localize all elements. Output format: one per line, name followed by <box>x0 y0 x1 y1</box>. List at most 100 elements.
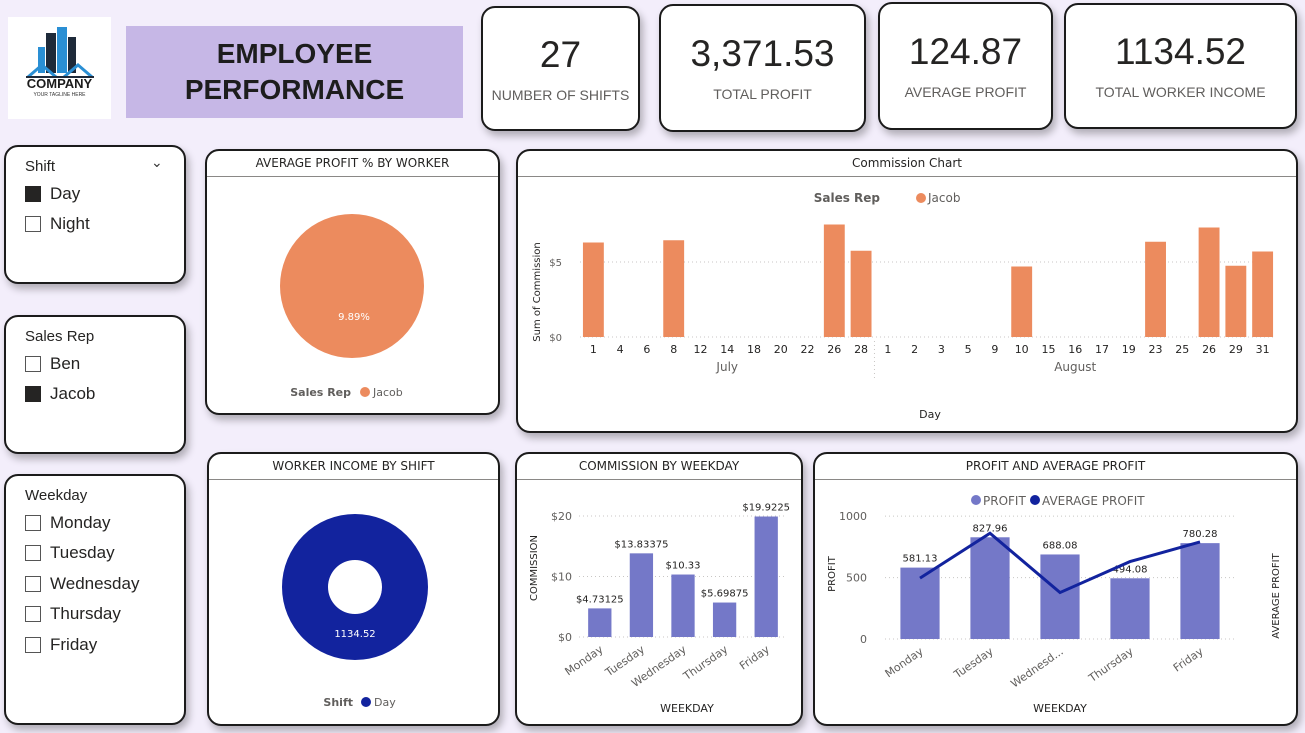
x-tick-label: Tuesday <box>951 645 996 682</box>
bar <box>1110 578 1150 639</box>
commission-bar-chart[interactable]: Sales Rep JacobSum of Commission $0$51 4 6 8 1… <box>518 177 1296 431</box>
slicer-option-jacob[interactable]: Jacob <box>25 384 95 404</box>
company-tagline: YOUR TAGLINE HERE <box>33 92 86 98</box>
commission-chart-card: Commission Chart Sales Rep Jacob Sum of Co… <box>516 149 1298 433</box>
checkbox[interactable] <box>25 576 41 592</box>
x-axis-title: Day <box>919 408 941 421</box>
x-tick-label: 10 <box>1015 343 1029 356</box>
weekday-slicer: Weekday Monday Tuesday Wednesday Thursda… <box>4 474 186 725</box>
y-tick-label: 500 <box>846 572 867 585</box>
slicer-title: Weekday <box>25 487 88 504</box>
slicer-option-ben[interactable]: Ben <box>25 354 80 374</box>
bar <box>850 250 872 337</box>
slicer-option-friday[interactable]: Friday <box>25 635 97 655</box>
y-tick-label: 0 <box>860 633 867 646</box>
profit-combo-chart[interactable]: PROFIT AVERAGE PROFIT 0 500 1000 PROFIT AVERAG… <box>815 480 1296 724</box>
checkbox[interactable] <box>25 606 41 622</box>
x-axis-title: WEEKDAY <box>1033 702 1087 715</box>
pie-slice <box>280 214 424 358</box>
slicer-option-wednesday[interactable]: Wednesday <box>25 574 139 594</box>
legend-label: PROFIT <box>983 494 1026 508</box>
y-tick-label: $10 <box>551 571 572 584</box>
x-tick-label: 22 <box>801 343 815 356</box>
data-label: $13.83375 <box>614 539 668 550</box>
slicer-option-monday[interactable]: Monday <box>25 513 110 533</box>
data-label: 688.08 <box>1043 540 1078 551</box>
legend-title: Sales Rep <box>814 191 881 205</box>
kpi-value: 3,371.53 <box>690 33 835 74</box>
x-tick-label: Monday <box>562 643 605 679</box>
x-group-label: July <box>715 360 738 374</box>
worker-income-donut-chart[interactable]: 1134.52 Shift Day <box>209 480 498 724</box>
data-label: $10.33 <box>666 561 701 572</box>
x-tick-label: 5 <box>965 343 972 356</box>
data-label: $19.9225 <box>742 503 790 514</box>
shift-slicer: Shift ⌄ Day Night <box>4 145 186 284</box>
commission-weekday-chart[interactable]: $0 $10 $20 COMMISSION $4.73125 Monday $13.8337… <box>517 480 801 724</box>
kpi-label: TOTAL WORKER INCOME <box>1095 84 1266 100</box>
slicer-option-tuesday[interactable]: Tuesday <box>25 543 115 563</box>
kpi-value: 1134.52 <box>1115 31 1246 72</box>
bar <box>1180 543 1220 639</box>
y-tick-label: $5 <box>549 258 562 269</box>
avg-profit-pie-chart[interactable]: 9.89% Sales Rep Jacob <box>207 177 498 413</box>
sales-rep-slicer: Sales Rep Ben Jacob <box>4 315 186 454</box>
checkbox[interactable] <box>25 515 41 531</box>
x-tick-label: Thursday <box>1086 645 1137 686</box>
x-tick-label: 14 <box>720 343 734 356</box>
x-tick-label: 29 <box>1229 343 1243 356</box>
chevron-down-icon[interactable]: ⌄ <box>151 155 163 171</box>
y2-axis-title: AVERAGE PROFIT <box>1271 552 1282 638</box>
x-tick-label: 4 <box>617 343 624 356</box>
y-tick-label: $20 <box>551 510 572 523</box>
slicer-title: Sales Rep <box>25 328 95 345</box>
x-tick-label: 20 <box>774 343 788 356</box>
legend-label: Jacob <box>927 191 960 205</box>
legend-title: Shift <box>323 696 353 709</box>
legend-label: AVERAGE PROFIT <box>1042 494 1145 508</box>
legend-marker <box>361 697 371 707</box>
slicer-option-thursday[interactable]: Thursday <box>25 604 121 624</box>
legend-marker <box>971 495 981 505</box>
commission-weekday-card: COMMISSION BY WEEKDAY $0 $10 $20 COMMISSION… <box>515 452 803 726</box>
visual-title: AVERAGE PROFIT % BY WORKER <box>207 151 498 177</box>
checkbox[interactable] <box>25 545 41 561</box>
kpi-value: 27 <box>539 33 582 75</box>
kpi-label: NUMBER OF SHIFTS <box>491 86 630 103</box>
bar <box>1225 265 1247 337</box>
x-tick-label: 31 <box>1256 343 1270 356</box>
x-tick-label: 8 <box>670 343 677 356</box>
checkbox[interactable] <box>25 356 41 372</box>
slicer-option-day[interactable]: Day <box>25 184 80 204</box>
legend-marker <box>1030 495 1040 505</box>
x-tick-label: 18 <box>747 343 761 356</box>
checkbox[interactable] <box>25 186 41 202</box>
visual-title: Commission Chart <box>518 151 1296 177</box>
x-tick-label: 26 <box>827 343 841 356</box>
legend-marker <box>360 387 370 397</box>
x-tick-label: 2 <box>911 343 918 356</box>
checkbox[interactable] <box>25 216 41 232</box>
visual-title: WORKER INCOME BY SHIFT <box>209 454 498 480</box>
x-tick-label: 23 <box>1149 343 1163 356</box>
y-axis-title: PROFIT <box>827 555 838 592</box>
visual-title: COMMISSION BY WEEKDAY <box>517 454 801 480</box>
x-axis-title: WEEKDAY <box>660 702 714 715</box>
x-tick-label: 1 <box>884 343 891 356</box>
checkbox[interactable] <box>25 637 41 653</box>
bar <box>1040 554 1080 639</box>
data-label: 780.28 <box>1183 529 1218 540</box>
bar <box>712 602 737 637</box>
x-tick-label: 3 <box>938 343 945 356</box>
x-tick-label: 1 <box>590 343 597 356</box>
bar <box>1011 266 1033 337</box>
slicer-option-night[interactable]: Night <box>25 214 90 234</box>
bar <box>900 567 940 639</box>
bar <box>588 608 612 637</box>
kpi-value: 124.87 <box>908 31 1023 72</box>
bar <box>970 537 1010 639</box>
kpi-number-of-shifts: 27 NUMBER OF SHIFTS <box>481 6 640 131</box>
y-tick-label: 1000 <box>839 510 867 523</box>
x-tick-label: Friday <box>1171 645 1206 675</box>
checkbox[interactable] <box>25 386 41 402</box>
